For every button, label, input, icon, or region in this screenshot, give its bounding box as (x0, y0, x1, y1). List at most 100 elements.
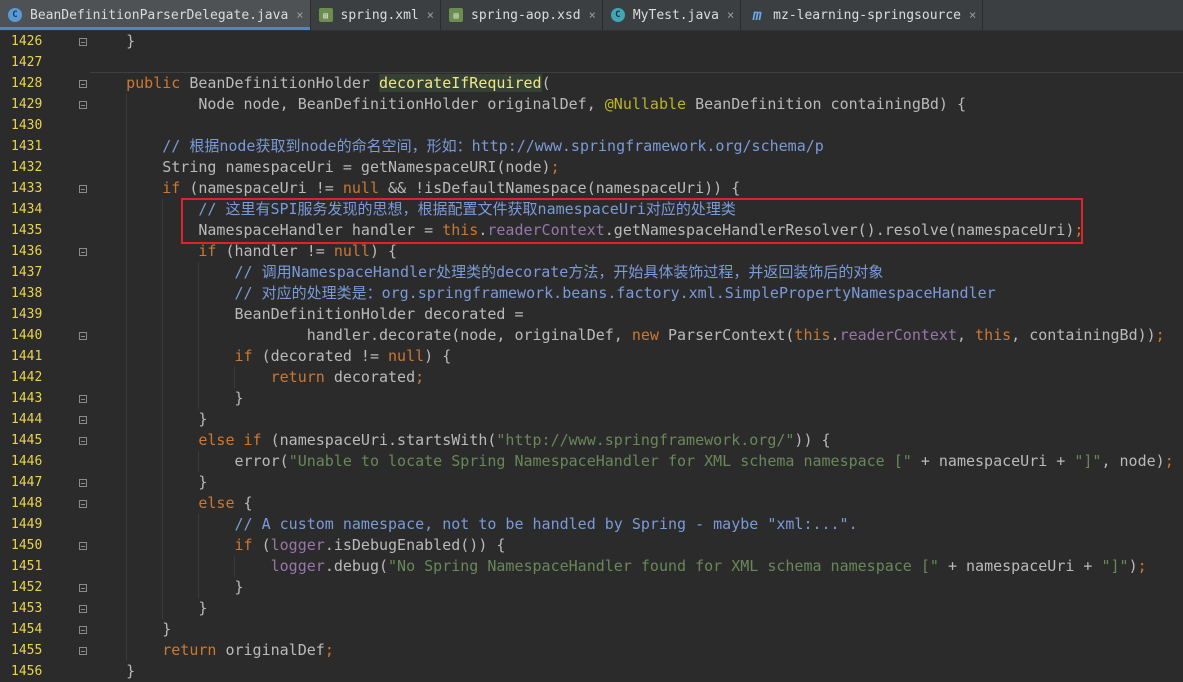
line-number: 1430 (11, 118, 43, 133)
fold-marker-icon[interactable] (79, 479, 87, 487)
code-token: null (333, 242, 370, 260)
code-token: )) { (794, 431, 831, 449)
module-icon: m (752, 6, 762, 24)
code-text: // 对应的处理类是：org.springframework.beans.fac… (90, 283, 996, 304)
tab-mytest-java[interactable]: C MyTest.java × (603, 0, 742, 30)
code-line: 1444 } (0, 409, 1183, 430)
line-number: 1426 (11, 34, 43, 49)
code-token: BeanDefinition containingBd) { (686, 95, 967, 113)
code-text: } (90, 472, 207, 493)
code-token: if (198, 242, 217, 260)
code-line: 1428 public BeanDefinitionHolder decorat… (0, 73, 1183, 94)
code-token: logger (270, 536, 325, 554)
code-token: "http://www.springframework.org/" (496, 431, 795, 449)
fold-marker-icon[interactable] (79, 185, 87, 193)
code-text: } (90, 598, 207, 619)
code-line: 1454 } (0, 619, 1183, 640)
line-number: 1443 (11, 391, 43, 406)
code-token: .debug( (324, 557, 389, 575)
code-token: ; (550, 158, 560, 176)
code-token: ; (415, 368, 425, 386)
code-token: } (90, 620, 172, 638)
code-line: 1427 (0, 52, 1183, 73)
code-token: originalDef (216, 641, 325, 659)
code-token: logger (270, 557, 325, 575)
code-token: this (975, 326, 1012, 344)
tab-beandefinitionparserdelegate-java[interactable]: C BeanDefinitionParserDelegate.java × (0, 0, 311, 30)
line-number: 1433 (11, 181, 43, 196)
fold-marker-icon[interactable] (79, 101, 87, 109)
code-token: @Nullable (604, 95, 687, 113)
code-line: 1452 } (0, 577, 1183, 598)
xml-file-icon: ▤ (318, 8, 333, 22)
line-number: 1447 (11, 475, 43, 490)
fold-marker-icon[interactable] (79, 542, 87, 550)
code-token: error( (90, 452, 289, 470)
code-text: if (decorated != null) { (90, 346, 452, 367)
fold-marker-icon[interactable] (79, 584, 87, 592)
code-token: ) { (369, 242, 398, 260)
code-text: else if (namespaceUri.startsWith("http:/… (90, 430, 831, 451)
code-text: logger.debug("No Spring NamespaceHandler… (90, 556, 1147, 577)
code-line: 1443 } (0, 388, 1183, 409)
line-number: 1444 (11, 412, 43, 427)
tab-mz-learning-springsource[interactable]: m mz-learning-springsource × (741, 0, 984, 30)
code-token: + namespaceUri + (938, 557, 1102, 575)
fold-marker-icon[interactable] (79, 500, 87, 508)
line-number: 1436 (11, 244, 43, 259)
tab-spring-aop-xsd[interactable]: ▤ spring-aop.xsd × (441, 0, 603, 30)
code-token: "]" (1101, 557, 1129, 575)
code-token: , (956, 326, 976, 344)
fold-marker-icon[interactable] (79, 605, 87, 613)
code-line: 1439 BeanDefinitionHolder decorated = (0, 304, 1183, 325)
line-number: 1456 (11, 664, 43, 679)
fold-marker-icon[interactable] (79, 416, 87, 424)
tab-label: spring-aop.xsd (471, 7, 581, 23)
close-icon[interactable]: × (589, 8, 596, 22)
close-icon[interactable]: × (969, 8, 976, 22)
fold-marker-icon[interactable] (79, 248, 87, 256)
tab-label: MyTest.java (632, 7, 719, 23)
line-number: 1448 (11, 496, 43, 511)
line-number: 1445 (11, 433, 43, 448)
code-text: // 根据node获取到node的命名空间，形如：http://www.spri… (90, 136, 824, 157)
code-line: 1437 // 调用NamespaceHandler处理类的decorate方法… (0, 262, 1183, 283)
close-icon[interactable]: × (727, 8, 734, 22)
code-line: 1441 if (decorated != null) { (0, 346, 1183, 367)
fold-marker-icon[interactable] (79, 395, 87, 403)
close-icon[interactable]: × (296, 8, 303, 22)
code-token: return (270, 368, 325, 386)
code-token: ParserContext( (658, 326, 795, 344)
code-token: // 调用NamespaceHandler处理类的decorate方法，开始具体… (234, 263, 884, 281)
code-token: && !isDefaultNamespace(namespaceUri)) { (379, 179, 741, 197)
tab-label: spring.xml (340, 7, 419, 23)
fold-marker-icon[interactable] (79, 38, 87, 46)
fold-marker-icon[interactable] (79, 437, 87, 445)
code-line: 1442 return decorated; (0, 367, 1183, 388)
code-text: return originalDef; (90, 640, 334, 661)
fold-marker-icon[interactable] (79, 626, 87, 634)
code-line: 1456 } (0, 661, 1183, 682)
code-token: Node node, BeanDefinitionHolder original… (90, 95, 605, 113)
code-editor[interactable]: 1426 } 1427 1428 public BeanDefinitionHold… (0, 31, 1183, 680)
fold-marker-icon[interactable] (79, 80, 87, 88)
line-number: 1454 (11, 622, 43, 637)
editor-tab-bar: C BeanDefinitionParserDelegate.java × ▤ spri… (0, 0, 1183, 31)
fold-marker-icon[interactable] (79, 647, 87, 655)
tab-spring-xml[interactable]: ▤ spring.xml × (311, 0, 442, 30)
code-token: ) { (424, 347, 452, 365)
code-token: null (342, 179, 379, 197)
tab-label: BeanDefinitionParserDelegate.java (30, 7, 289, 23)
code-token: + namespaceUri + (911, 452, 1075, 470)
fold-marker-icon[interactable] (79, 332, 87, 340)
line-number: 1437 (11, 265, 43, 280)
line-number: 1453 (11, 601, 43, 616)
close-icon[interactable]: × (427, 8, 434, 22)
code-text: } (90, 577, 243, 598)
